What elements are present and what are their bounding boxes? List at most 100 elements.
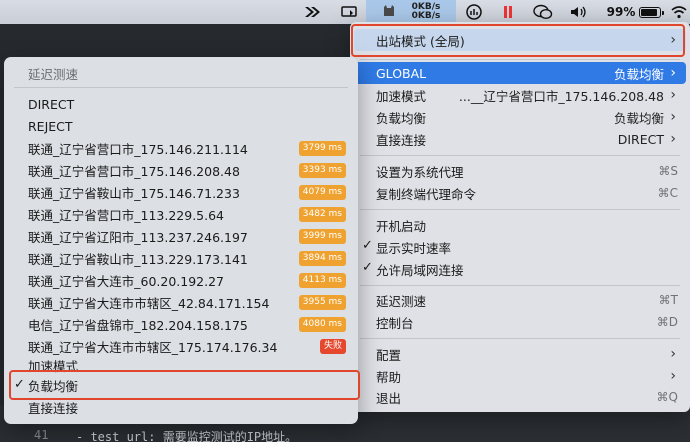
clashx-status-item[interactable]: 0KB/s 0KB/s (366, 0, 456, 24)
set-proxy-label: 设置为系统代理 (376, 164, 464, 180)
group-name: 直接连接 (28, 401, 79, 416)
proxy-name: DIRECT (28, 97, 75, 112)
latency-badge: 3955 ms (298, 295, 346, 310)
latency-badge: 4079 ms (298, 185, 346, 200)
lb-value: 负载均衡 (613, 110, 664, 126)
battery-indicator[interactable]: 99% (604, 0, 665, 24)
menu-item-outbound-mode[interactable]: 出站模式 (全局) › (354, 29, 686, 51)
latency-badge-failed: 失败 (319, 339, 346, 354)
latency-badge: 3999 ms (298, 229, 346, 244)
menu-separator (360, 59, 680, 60)
latency-badge: 4113 ms (298, 273, 346, 288)
shortcut: ⌘T (658, 293, 678, 307)
proxy-item-direct-connect[interactable]: 直接连接 (8, 397, 354, 418)
menu-item-direct[interactable]: 直接连接 DIRECT › (354, 128, 686, 150)
menu-item-accel-mode[interactable]: 加速模式 ...__辽宁省营口市_175.146.208.48 › (354, 84, 686, 106)
show-speed-label: 显示实时速率 (376, 240, 452, 256)
config-label: 配置 (376, 347, 402, 363)
volume-icon[interactable] (568, 0, 590, 24)
lb-label: 负载均衡 (376, 110, 427, 126)
proxy-item[interactable]: 联通_辽宁省大连市市辖区_42.84.171.154 3955 ms (8, 292, 354, 313)
proxy-group-accel-mode[interactable]: 加速模式 (8, 355, 354, 376)
chevron-right-icon: › (670, 32, 676, 48)
proxy-item[interactable]: 联通_辽宁省辽阳市_113.237.246.197 3999 ms (8, 226, 354, 247)
latency-badge: 3799 ms (298, 141, 346, 156)
proxy-submenu: 延迟测速 DIRECT REJECT 联通_辽宁省营口市_175.146.211… (4, 57, 358, 424)
proxy-name: 联通_辽宁省营口市_113.229.5.64 (28, 208, 224, 223)
proxy-item[interactable]: 联通_辽宁省鞍山市_175.146.71.233 4079 ms (8, 182, 354, 203)
stats-icon[interactable] (462, 0, 486, 24)
menu-item-autostart[interactable]: 开机启动 (354, 214, 686, 236)
menu-item-console[interactable]: 控制台 ⌘D (354, 311, 686, 333)
checkmark-icon: ✓ (14, 377, 25, 392)
group-name: 负载均衡 (28, 379, 79, 394)
proxy-group-load-balance[interactable]: ✓ 负载均衡 (8, 375, 354, 396)
shortcut: ⌘S (658, 164, 678, 178)
direct-label: 直接连接 (376, 132, 427, 148)
download-speed: 0KB/s (411, 11, 441, 21)
pause-icon[interactable] (498, 0, 518, 24)
menu-item-config[interactable]: 配置 › (354, 343, 686, 365)
proxy-item[interactable]: 电信_辽宁省盘锦市_182.204.158.175 4080 ms (8, 314, 354, 335)
wechat-icon[interactable] (530, 0, 556, 24)
submenu-header-label: 延迟测速 (28, 67, 79, 82)
menu-item-allow-lan[interactable]: ✓ 允许局域网连接 (354, 258, 686, 280)
shortcut: ⌘D (656, 315, 678, 329)
proxy-name: 电信_辽宁省盘锦市_182.204.158.175 (28, 318, 248, 333)
copy-cmd-label: 复制终端代理命令 (376, 186, 477, 202)
proxy-name: 联通_辽宁省营口市_175.146.208.48 (28, 164, 240, 179)
quit-label: 退出 (376, 390, 402, 406)
proxy-item[interactable]: 联通_辽宁省鞍山市_113.229.173.141 3894 ms (8, 248, 354, 269)
checkmark-icon: ✓ (362, 260, 373, 275)
display-icon[interactable] (338, 0, 360, 24)
app-arrow-icon[interactable] (300, 0, 326, 24)
proxy-item[interactable]: 联通_辽宁省营口市_113.229.5.64 3482 ms (8, 204, 354, 225)
allow-lan-label: 允许局域网连接 (376, 262, 464, 278)
proxy-name: 联通_辽宁省大连市市辖区_42.84.171.154 (28, 296, 270, 311)
global-value: 负载均衡 (613, 66, 664, 82)
global-label: GLOBAL (376, 65, 427, 81)
proxy-item-reject[interactable]: REJECT (8, 116, 354, 137)
chevron-right-icon: › (670, 346, 676, 362)
direct-value: DIRECT (617, 131, 664, 147)
menu-separator (360, 209, 680, 210)
proxy-name: 联通_辽宁省鞍山市_175.146.71.233 (28, 186, 240, 201)
proxy-name: 联通_辽宁省大连市_60.20.192.27 (28, 274, 224, 289)
proxy-item[interactable]: 联通_辽宁省大连市_60.20.192.27 4113 ms (8, 270, 354, 291)
menu-separator (360, 338, 680, 339)
menu-separator (360, 285, 680, 286)
menu-item-quit[interactable]: 退出 ⌘Q (354, 386, 686, 408)
menu-item-copy-shell-command[interactable]: 复制终端代理命令 ⌘C (354, 182, 686, 204)
accel-value: ...__辽宁省营口市_175.146.208.48 (458, 88, 664, 104)
latency-badge: 4080 ms (298, 317, 346, 332)
menu-item-help[interactable]: 帮助 › (354, 365, 686, 387)
menu-separator (14, 87, 348, 88)
clashx-main-menu: 出站模式 (全局) › GLOBAL 负载均衡 › 加速模式 ...__辽宁省营… (350, 22, 690, 412)
menu-item-load-balance[interactable]: 负载均衡 负载均衡 › (354, 106, 686, 128)
shortcut: ⌘C (657, 186, 678, 200)
proxy-item[interactable]: 联通_辽宁省大连市市辖区_175.174.176.34 失败 (8, 336, 354, 357)
submenu-header-latency-test[interactable]: 延迟测速 (8, 63, 354, 84)
autostart-label: 开机启动 (376, 218, 427, 234)
chevron-right-icon: › (670, 131, 676, 147)
menu-item-set-system-proxy[interactable]: 设置为系统代理 ⌘S (354, 160, 686, 182)
chevron-right-icon: › (670, 368, 676, 384)
latency-badge: 3393 ms (298, 163, 346, 178)
wifi-icon[interactable] (668, 0, 690, 24)
help-label: 帮助 (376, 369, 402, 385)
chevron-right-icon: › (670, 109, 676, 125)
menu-bar: 0KB/s 0KB/s 99% (0, 0, 690, 24)
proxy-item-direct[interactable]: DIRECT (8, 94, 354, 115)
battery-icon (639, 6, 665, 18)
menu-separator (360, 155, 680, 156)
accel-label: 加速模式 (376, 88, 427, 104)
code-line: - test_url: 需要监控测试的IP地址。 (76, 430, 298, 442)
proxy-name: 联通_辽宁省鞍山市_113.229.173.141 (28, 252, 248, 267)
proxy-item[interactable]: 联通_辽宁省营口市_175.146.208.48 3393 ms (8, 160, 354, 181)
chevron-right-icon: › (670, 65, 676, 81)
battery-percent: 99% (606, 5, 636, 19)
proxy-item[interactable]: 联通_辽宁省营口市_175.146.211.114 3799 ms (8, 138, 354, 159)
menu-item-global[interactable]: GLOBAL 负载均衡 › (354, 62, 686, 84)
menu-item-latency-test[interactable]: 延迟测速 ⌘T (354, 289, 686, 311)
menu-item-show-speed[interactable]: ✓ 显示实时速率 (354, 236, 686, 258)
